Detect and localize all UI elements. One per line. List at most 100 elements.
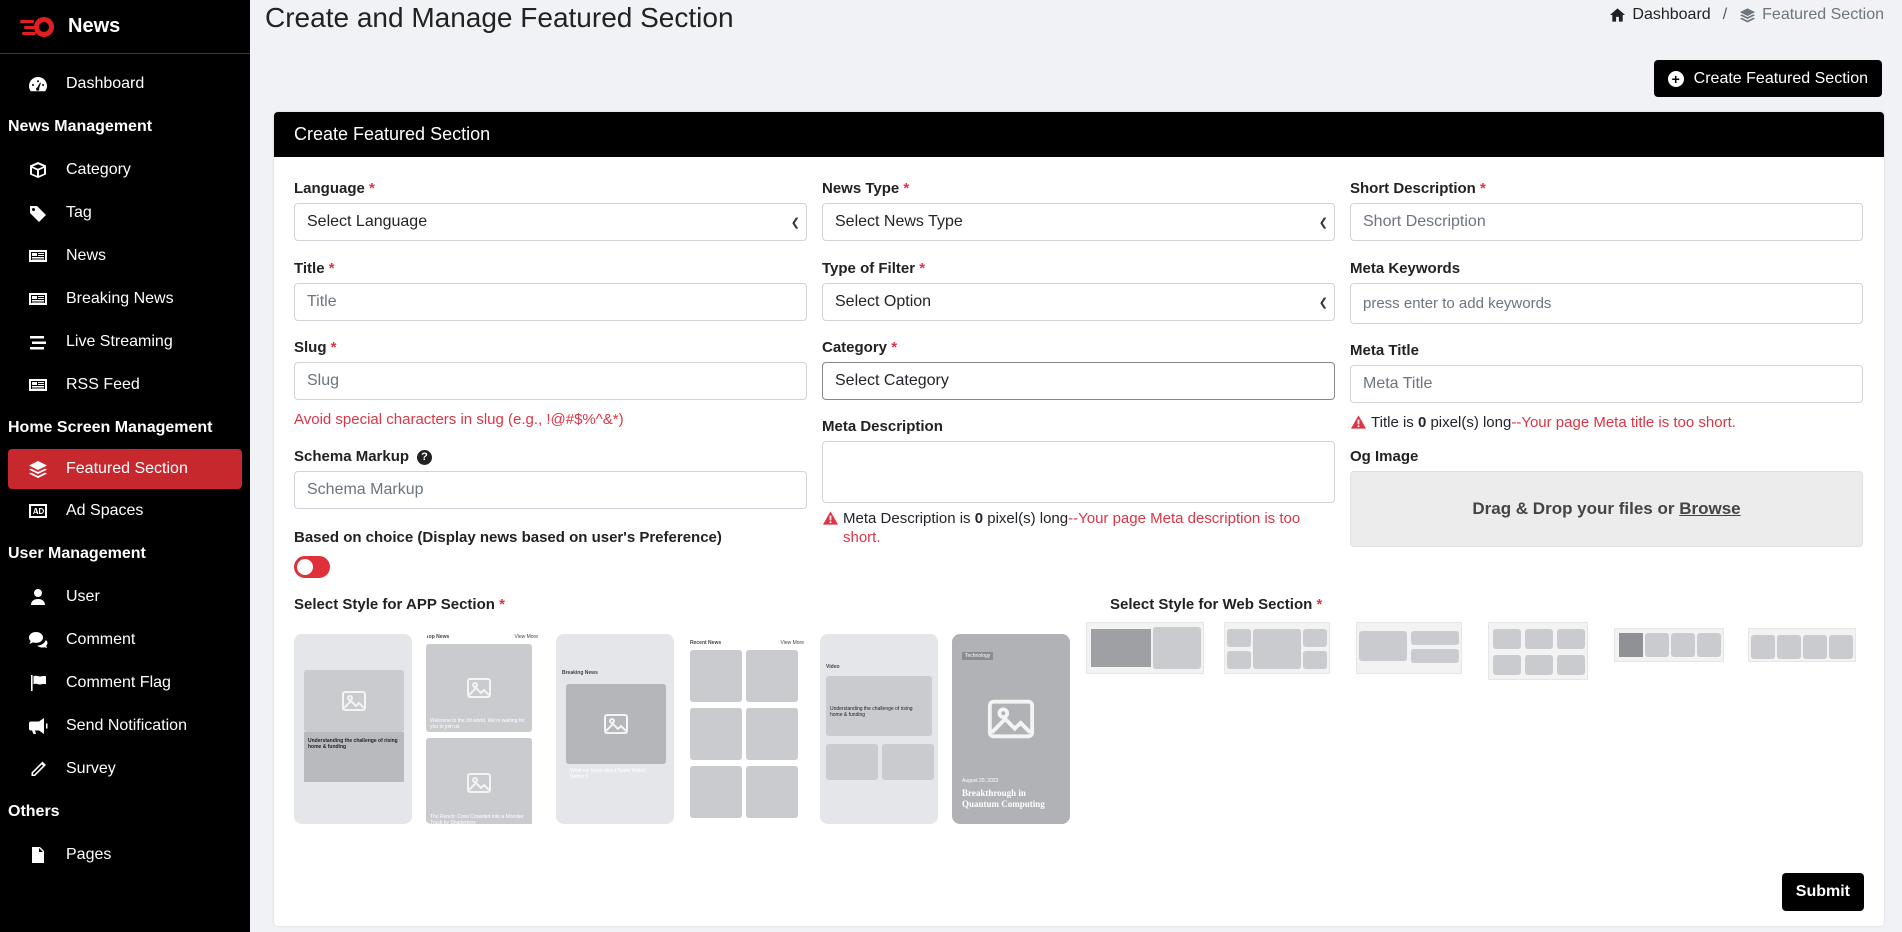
app-style-option-5[interactable]: Video Understanding the challenge of ris… [820,634,938,824]
create-button-label: Create Featured Section [1693,69,1868,87]
title-label: Title * [294,260,335,277]
language-select[interactable]: Select Language ❮ [294,203,807,241]
sidebar-item-label: Send Notification [66,716,187,734]
thumb-text: Top News [426,634,450,640]
sidebar-item-featured-section[interactable]: Featured Section [8,449,242,489]
news-logo-icon [20,16,54,38]
sidebar-item-label: Comment Flag [66,673,171,691]
app-style-option-1[interactable]: Understanding the challenge of rising ho… [294,634,412,824]
sidebar-item-comment[interactable]: Comment [0,618,250,661]
nav-heading-news-management: News Management [8,117,153,135]
based-on-choice-field: Based on choice (Display news based on u… [294,529,807,578]
sidebar-item-breaking-news[interactable]: Breaking News [0,277,250,320]
nav-heading-others: Others [8,802,60,820]
create-featured-section-card: Create Featured Section Language * Selec… [274,112,1884,926]
web-style-option-2[interactable] [1224,622,1330,674]
meta-title-field: Meta Title Meta Title Title is 0 pixel(s… [1350,342,1863,432]
submit-button[interactable]: Submit [1781,873,1864,911]
breadcrumb-current: Featured Section [1762,6,1884,23]
og-image-field: Og Image Drag & Drop your files or Brows… [1350,448,1863,547]
thumb-text: Technology [962,652,994,660]
app-style-option-6[interactable]: Technology August 20, 2023 Breakthrough … [952,634,1070,824]
type-of-filter-select[interactable]: Select Option ❮ [822,283,1335,321]
sidebar-item-pages[interactable]: Pages [0,833,250,876]
main-content: Create and Manage Featured Section Dashb… [250,0,1902,932]
based-on-choice-toggle[interactable] [294,556,330,578]
og-image-dropzone[interactable]: Drag & Drop your files or Browse [1350,471,1863,547]
image-icon [467,678,491,698]
app-style-option-3[interactable]: Breaking News What we know about Apple W… [556,634,674,824]
pen-icon [31,761,46,776]
sidebar-item-user[interactable]: User [0,575,250,618]
meta-description-textarea[interactable] [822,441,1335,503]
create-featured-section-button[interactable]: + Create Featured Section [1653,60,1882,97]
category-field: Category * Select Category [822,339,1335,400]
web-style-option-1[interactable] [1086,622,1204,674]
type-of-filter-field: Type of Filter * Select Option ❮ [822,260,1335,321]
nav-heading-user-management: User Management [8,544,146,562]
web-style-option-3[interactable] [1356,622,1462,674]
slug-input[interactable]: Slug [294,362,807,400]
app-style-label: Select Style for APP Section * [294,596,505,613]
thumb-text: August 20, 2023 [962,778,999,784]
schema-markup-label: Schema Markup? [294,448,807,465]
title-field: Title * Title [294,260,807,321]
sidebar-item-news[interactable]: News [0,234,250,277]
meta-keywords-input[interactable]: press enter to add keywords [1350,283,1863,324]
sidebar-item-rss-feed[interactable]: RSS Feed [0,363,250,406]
sidebar-item-dashboard[interactable]: Dashboard [0,62,250,105]
sidebar-item-label: RSS Feed [66,375,140,393]
app-style-option-4[interactable]: Recent News View More [688,634,806,824]
brand[interactable]: News [0,0,250,54]
news-type-select[interactable]: Select News Type ❮ [822,203,1335,241]
sidebar-item-tag[interactable]: Tag [0,191,250,234]
web-style-option-4[interactable] [1488,622,1588,680]
browse-link[interactable]: Browse [1679,499,1740,519]
based-on-choice-label: Based on choice (Display news based on u… [294,529,722,546]
sidebar-item-live-streaming[interactable]: Live Streaming [0,320,250,363]
sidebar-item-category[interactable]: Category [0,148,250,191]
meta-title-input[interactable]: Meta Title [1350,365,1863,403]
meta-keywords-field: Meta Keywords press enter to add keyword… [1350,260,1863,324]
layers-icon [1740,8,1756,23]
news-type-label: News Type * [822,180,910,197]
newspaper-icon [29,378,47,391]
image-icon [604,714,628,734]
sidebar-item-survey[interactable]: Survey [0,747,250,790]
web-style-option-5[interactable] [1614,628,1724,662]
sidebar-item-comment-flag[interactable]: Comment Flag [0,661,250,704]
breadcrumb-home[interactable]: Dashboard [1632,6,1710,24]
sidebar-item-ad-spaces[interactable]: Ad Spaces [0,489,250,532]
thumb-text: Video [826,664,840,670]
sidebar-item-send-notification[interactable]: Send Notification [0,704,250,747]
sidebar-item-label: Breaking News [66,289,174,307]
type-of-filter-label: Type of Filter * [822,260,926,277]
thumb-text: Breaking News [562,670,598,676]
chevron-down-icon: ❮ [1318,216,1328,229]
megaphone-icon [29,717,48,734]
thumb-text: The Ranch: Crew Crowded Into a Monster T… [430,814,524,824]
schema-markup-input[interactable]: Schema Markup [294,471,807,509]
dashboard-icon [29,76,47,91]
flag-icon [31,674,46,691]
schema-markup-field: Schema Markup? Schema Markup [294,448,807,509]
slug-field: Slug * Slug Avoid special characters in … [294,339,807,428]
app-style-option-2[interactable]: Top News View More Welcome to the 3d wor… [424,634,542,824]
sidebar-item-label: Ad Spaces [66,501,144,519]
plus-circle-icon: + [1667,70,1684,87]
meta-keywords-label: Meta Keywords [1350,260,1461,277]
og-image-label: Og Image [1350,448,1419,465]
web-style-option-6[interactable] [1748,628,1856,662]
slug-label: Slug * [294,339,337,356]
slug-error: Avoid special characters in slug (e.g., … [294,411,624,428]
warning-icon [1350,415,1367,429]
category-select[interactable]: Select Category [822,362,1335,400]
thumb-text: Welcome to the 3d world. We're waiting f… [430,718,525,730]
meta-description-field: Meta Description Meta Description is 0 p… [822,418,1335,547]
news-type-field: News Type * Select News Type ❮ [822,180,1335,241]
title-input[interactable]: Title [294,283,807,321]
short-description-input[interactable]: Short Description [1350,203,1863,241]
question-circle-icon[interactable]: ? [417,450,433,465]
sidebar-item-label: Pages [66,845,112,863]
thumb-text: What we know about Apple Watch Series 9 [570,768,646,780]
